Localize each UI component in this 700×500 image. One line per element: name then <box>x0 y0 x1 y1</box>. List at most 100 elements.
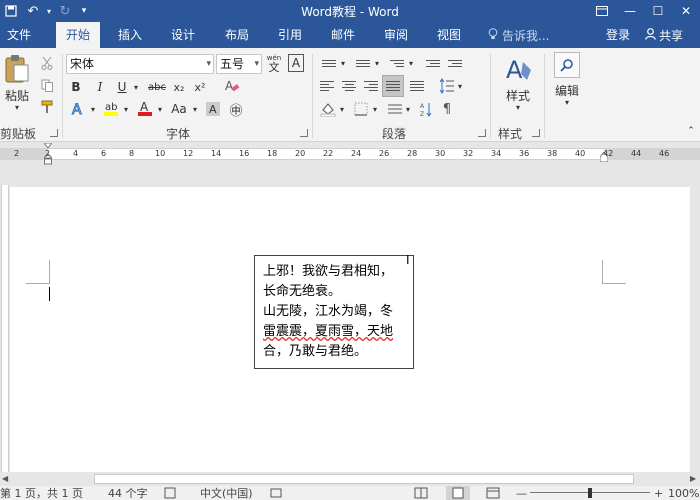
zoom-in-icon[interactable]: + <box>654 487 663 500</box>
scroll-left-icon[interactable]: ◀ <box>2 472 8 486</box>
font-name-combo[interactable]: 宋体 ▾ <box>66 54 214 74</box>
chevron-down-icon[interactable]: ▾ <box>456 77 464 95</box>
text-cursor <box>49 287 50 301</box>
justify-icon[interactable] <box>382 75 404 97</box>
tab-file[interactable]: 文件 <box>0 22 38 48</box>
underline-button[interactable]: U <box>114 78 130 96</box>
paste-dropdown-icon[interactable]: ▾ <box>15 104 19 112</box>
zoom-slider-thumb[interactable] <box>588 488 592 498</box>
print-layout-icon[interactable] <box>446 486 470 500</box>
scroll-right-icon[interactable]: ▶ <box>690 472 696 486</box>
vertical-scrollbar[interactable] <box>690 165 700 472</box>
collapse-ribbon-icon[interactable]: ⌃ <box>684 124 698 138</box>
close-button[interactable]: ✕ <box>672 0 700 22</box>
align-left-icon[interactable] <box>318 77 336 95</box>
bold-button[interactable]: B <box>68 78 84 96</box>
tab-mailings[interactable]: 邮件 <box>323 22 363 48</box>
styles-button[interactable]: A 样式 ▾ <box>500 54 536 112</box>
decrease-indent-icon[interactable] <box>424 54 442 72</box>
shading-icon[interactable] <box>318 100 338 118</box>
read-mode-icon[interactable] <box>414 487 428 500</box>
cut-icon[interactable] <box>38 54 56 72</box>
character-border-button[interactable]: A <box>288 54 304 72</box>
login-link[interactable]: 登录 <box>606 22 630 48</box>
horizontal-scrollbar[interactable]: ◀ ▶ <box>0 472 700 486</box>
chevron-down-icon[interactable]: ▾ <box>88 100 98 118</box>
chevron-down-icon[interactable]: ▾ <box>407 54 415 72</box>
page-count[interactable]: 第 1 页，共 1 页 <box>0 487 83 500</box>
web-layout-icon[interactable] <box>486 487 500 500</box>
align-right-icon[interactable] <box>362 77 380 95</box>
superscript-button[interactable]: x² <box>191 78 209 96</box>
text-box[interactable]: 上邪！我欲与君相知， 长命无绝衰。 山无陵，江水为竭，冬 雷震震，夏雨雪，天地 … <box>254 255 414 369</box>
tab-design[interactable]: 设计 <box>163 22 203 48</box>
share-button[interactable]: 共享 <box>645 22 683 48</box>
paragraph-dialog-launcher[interactable] <box>478 129 486 137</box>
multilevel-list-icon[interactable] <box>386 54 408 72</box>
line-spacing-icon[interactable] <box>438 77 456 95</box>
ribbon-display-icon[interactable] <box>588 0 616 22</box>
chevron-down-icon[interactable]: ▾ <box>338 100 346 118</box>
show-marks-icon[interactable]: ¶ <box>438 100 456 118</box>
styles-dialog-launcher[interactable] <box>532 129 540 137</box>
text-effects-icon[interactable]: A <box>70 100 88 118</box>
chevron-down-icon[interactable]: ▾ <box>121 100 131 118</box>
character-shading-icon[interactable]: A <box>204 100 222 118</box>
chevron-down-icon[interactable]: ▾ <box>371 100 379 118</box>
chevron-down-icon[interactable]: ▾ <box>190 100 200 118</box>
minimize-button[interactable]: — <box>616 0 644 22</box>
tab-review[interactable]: 审阅 <box>376 22 416 48</box>
tab-home[interactable]: 开始 <box>56 22 100 48</box>
paste-button[interactable]: 粘贴 ▾ <box>2 54 32 112</box>
subscript-button[interactable]: x₂ <box>170 78 188 96</box>
copy-icon[interactable] <box>38 76 56 94</box>
group-separator <box>312 54 313 138</box>
font-color-icon[interactable]: A <box>136 98 154 118</box>
horizontal-scroll-thumb[interactable] <box>94 474 634 484</box>
enclose-characters-button[interactable]: ㊥ <box>226 99 246 119</box>
language-indicator[interactable]: 中文(中国) <box>200 487 253 500</box>
tab-view[interactable]: 视图 <box>429 22 469 48</box>
chinese-layout-icon[interactable] <box>386 100 404 118</box>
tab-references[interactable]: 引用 <box>270 22 310 48</box>
maximize-button[interactable]: ☐ <box>644 0 672 22</box>
zoom-out-icon[interactable]: — <box>516 487 527 500</box>
clipboard-dialog-launcher[interactable] <box>50 129 58 137</box>
align-center-icon[interactable] <box>340 77 358 95</box>
font-size-combo[interactable]: 五号 ▾ <box>216 54 262 74</box>
vertical-ruler[interactable] <box>0 165 10 472</box>
word-count[interactable]: 44 个字 <box>108 487 148 500</box>
distributed-icon[interactable] <box>408 77 426 95</box>
zoom-level[interactable]: 100% <box>668 487 699 500</box>
clear-formatting-icon[interactable]: A <box>222 76 242 96</box>
ruler-right-margin <box>604 148 700 160</box>
tab-layout[interactable]: 布局 <box>217 22 257 48</box>
numbering-icon[interactable] <box>352 54 374 72</box>
proofing-icon[interactable] <box>164 487 176 500</box>
chevron-down-icon[interactable]: ▾ <box>373 54 381 72</box>
strikethrough-button[interactable]: abc <box>146 78 168 96</box>
tab-insert[interactable]: 插入 <box>110 22 150 48</box>
sort-icon[interactable]: AZ <box>418 100 434 118</box>
tell-me-placeholder: 告诉我... <box>502 28 550 43</box>
macro-icon[interactable] <box>270 487 282 500</box>
editing-button[interactable]: 编辑 ▾ <box>550 52 584 107</box>
format-painter-icon[interactable] <box>38 98 56 116</box>
font-dialog-launcher[interactable] <box>300 129 308 137</box>
document-page[interactable]: 上邪！我欲与君相知， 长命无绝衰。 山无陵，江水为竭，冬 雷震震，夏雨雪，天地 … <box>10 187 690 472</box>
tell-me-box[interactable]: 告诉我... <box>488 22 549 48</box>
italic-button[interactable]: I <box>92 78 108 96</box>
ruler-number: 6 <box>101 149 107 158</box>
highlight-color-icon[interactable]: ab <box>102 98 120 118</box>
horizontal-ruler[interactable]: 2 2 4 6 8 10 12 14 16 18 20 22 24 26 28 30 32 34 36 38 40 42 4… <box>0 142 700 165</box>
borders-icon[interactable] <box>352 100 370 118</box>
change-case-button[interactable]: Aa <box>168 100 190 118</box>
phonetic-guide-button[interactable]: wén 文 <box>264 52 284 74</box>
chevron-down-icon[interactable]: ▾ <box>404 100 412 118</box>
chevron-down-icon[interactable]: ▾ <box>339 54 347 72</box>
bullets-icon[interactable] <box>318 54 340 72</box>
underline-dropdown-icon[interactable]: ▾ <box>131 78 141 96</box>
chevron-down-icon[interactable]: ▾ <box>155 100 165 118</box>
increase-indent-icon[interactable] <box>446 54 464 72</box>
ruler-number: 4 <box>73 149 79 158</box>
